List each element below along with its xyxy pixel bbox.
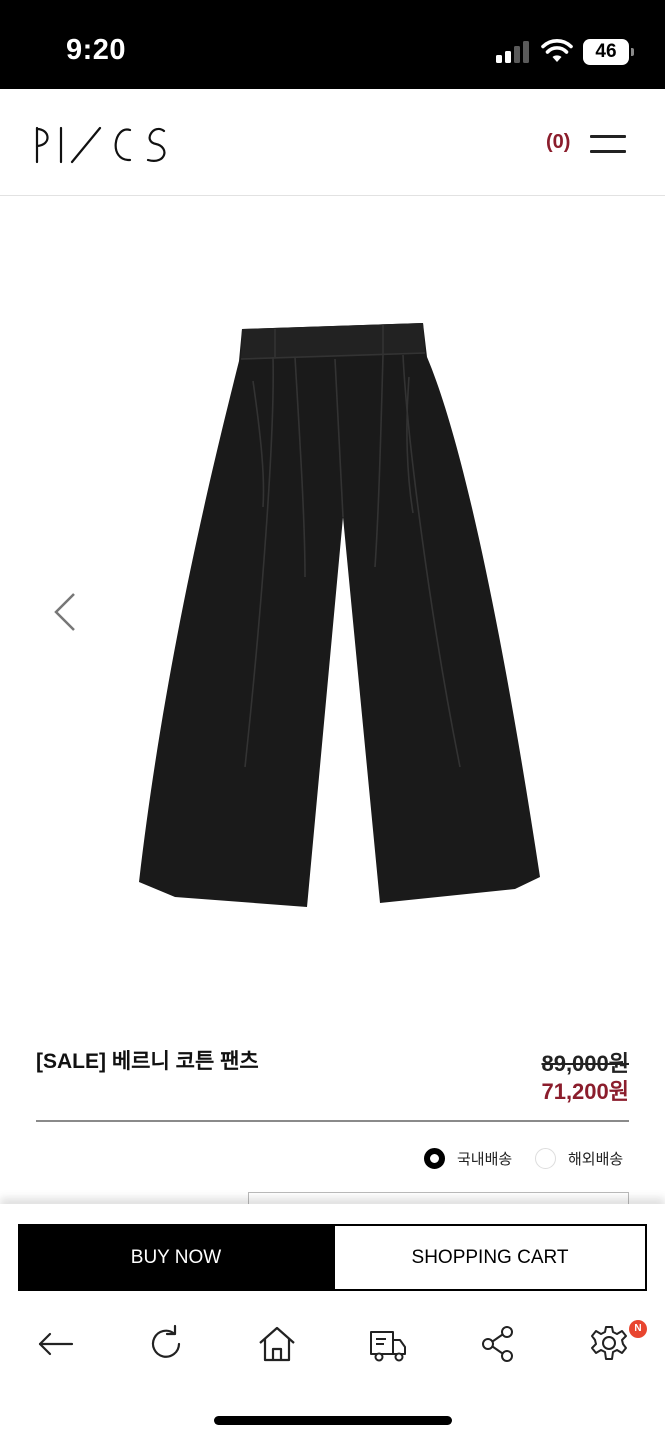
settings-icon[interactable] xyxy=(587,1322,631,1366)
cart-count[interactable]: (0) xyxy=(546,131,570,154)
prev-image-arrow-icon[interactable] xyxy=(50,590,80,634)
back-icon[interactable] xyxy=(34,1322,78,1366)
shopping-cart-button[interactable]: SHOPPING CART xyxy=(333,1224,647,1291)
signal-icon xyxy=(496,41,532,63)
product-image-pants xyxy=(139,323,540,907)
radio-overseas[interactable] xyxy=(535,1147,556,1169)
shipping-option-overseas[interactable]: 해외배송 xyxy=(535,1146,623,1170)
buy-now-button[interactable]: BUY NOW xyxy=(18,1224,334,1291)
shipping-overseas-label: 해외배송 xyxy=(568,1150,624,1168)
home-icon[interactable] xyxy=(255,1322,299,1366)
wifi-icon xyxy=(541,39,573,62)
share-icon[interactable] xyxy=(476,1322,520,1366)
status-bar: 9:20 46 xyxy=(0,0,665,89)
shipping-domestic-label: 국내배송 xyxy=(457,1150,513,1168)
product-gallery[interactable] xyxy=(0,197,665,1017)
status-time: 9:20 xyxy=(66,34,127,66)
home-indicator xyxy=(214,1416,452,1425)
battery-icon: 46 xyxy=(583,39,634,65)
shipping-option-domestic[interactable]: 국내배송 xyxy=(424,1146,512,1170)
site-header: (0) xyxy=(0,89,665,196)
bottom-bar: BUY NOW SHOPPING CART xyxy=(0,1204,665,1440)
pics-logo[interactable] xyxy=(34,125,174,165)
menu-hamburger-icon[interactable] xyxy=(590,133,628,155)
product-name: [SALE] 베르니 코튼 팬츠 xyxy=(36,1050,259,1073)
divider xyxy=(36,1120,629,1122)
delivery-truck-icon[interactable] xyxy=(366,1322,410,1366)
browser-toolbar xyxy=(0,1322,665,1372)
refresh-icon[interactable] xyxy=(144,1322,188,1366)
settings-notification-badge: N xyxy=(629,1320,647,1338)
sale-price: 71,200원 xyxy=(541,1079,629,1104)
radio-domestic[interactable] xyxy=(424,1147,445,1169)
